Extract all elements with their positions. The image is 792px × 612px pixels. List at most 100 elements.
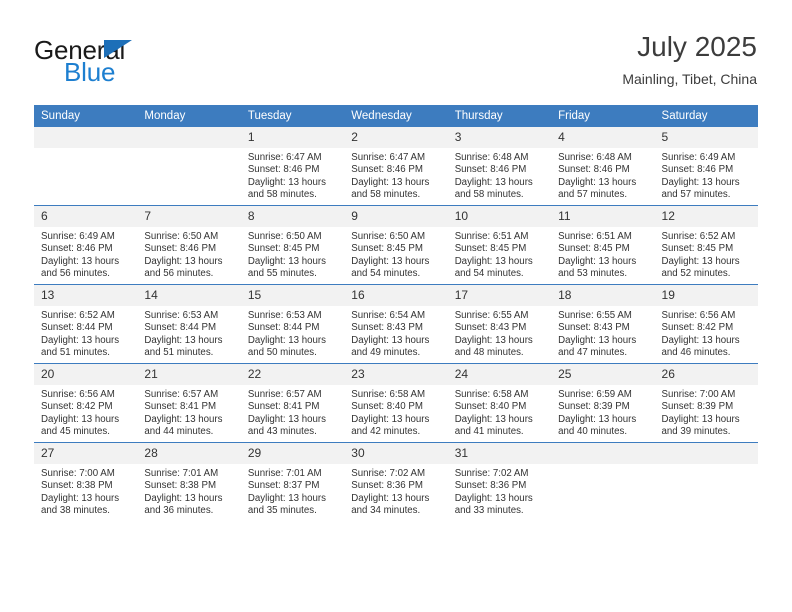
sunset-text: Sunset: 8:44 PM xyxy=(247,322,320,334)
sunset-text: Sunset: 8:39 PM xyxy=(661,401,734,413)
sunrise-text: Sunrise: 6:51 AM xyxy=(558,231,632,242)
calendar-day-cell[interactable]: 2 Sunrise: 6:47 AM Sunset: 8:46 PM Daylight… xyxy=(344,127,448,206)
daylight-text: Daylight: 13 hours and 35 minutes. xyxy=(247,492,326,517)
daylight-text: Daylight: 13 hours and 51 minutes. xyxy=(144,334,223,359)
daylight-text: Daylight: 13 hours and 42 minutes. xyxy=(351,413,430,438)
day-number: 10 xyxy=(447,206,552,227)
day-number xyxy=(551,443,655,464)
day-details: Sunrise: 7:00 AM Sunset: 8:39 PM Daylight:… xyxy=(655,385,758,439)
day-details: Sunrise: 6:55 AM Sunset: 8:43 PM Daylight:… xyxy=(551,306,654,360)
calendar-day-cell[interactable]: 18 Sunrise: 6:55 AM Sunset: 8:43 PM Dayligh… xyxy=(551,284,655,364)
calendar-week-row: 6 Sunrise: 6:49 AM Sunset: 8:46 PM Daylight… xyxy=(34,205,758,285)
sunrise-text: Sunrise: 7:02 AM xyxy=(454,468,529,479)
calendar-day-cell[interactable]: 23 Sunrise: 6:58 AM Sunset: 8:40 PM Dayligh… xyxy=(344,363,448,443)
day-details: Sunrise: 6:53 AM Sunset: 8:44 PM Daylight:… xyxy=(241,306,344,360)
calendar-cell-empty xyxy=(34,127,138,206)
daylight-text: Daylight: 13 hours and 38 minutes. xyxy=(41,492,120,517)
sunset-text: Sunset: 8:46 PM xyxy=(558,164,630,176)
day-details: Sunrise: 6:56 AM Sunset: 8:42 PM Daylight:… xyxy=(655,306,758,360)
calendar-day-cell[interactable]: 12 Sunrise: 6:52 AM Sunset: 8:45 PM Dayligh… xyxy=(654,205,758,285)
daylight-text: Daylight: 13 hours and 56 minutes. xyxy=(41,255,120,280)
calendar-day-cell[interactable]: 22 Sunrise: 6:57 AM Sunset: 8:41 PM Dayligh… xyxy=(240,363,345,443)
calendar-body: 1 Sunrise: 6:47 AM Sunset: 8:46 PM Daylight… xyxy=(34,127,758,521)
day-number: 4 xyxy=(551,127,655,148)
day-number: 31 xyxy=(447,443,552,464)
calendar-day-cell[interactable]: 28 Sunrise: 7:01 AM Sunset: 8:38 PM Dayligh… xyxy=(137,442,241,521)
calendar-day-cell[interactable]: 5 Sunrise: 6:49 AM Sunset: 8:46 PM Daylight… xyxy=(654,127,758,206)
sunset-text: Sunset: 8:44 PM xyxy=(41,322,113,334)
sunset-text: Sunset: 8:46 PM xyxy=(247,164,320,176)
calendar-day-cell[interactable]: 1 Sunrise: 6:47 AM Sunset: 8:46 PM Daylight… xyxy=(240,127,345,206)
sunrise-text: Sunrise: 6:55 AM xyxy=(558,310,632,321)
calendar-day-cell[interactable]: 3 Sunrise: 6:48 AM Sunset: 8:46 PM Daylight… xyxy=(447,127,552,206)
calendar-day-cell[interactable]: 10 Sunrise: 6:51 AM Sunset: 8:45 PM Dayligh… xyxy=(447,205,552,285)
calendar-day-cell[interactable]: 15 Sunrise: 6:53 AM Sunset: 8:44 PM Dayligh… xyxy=(240,284,345,364)
calendar-day-cell[interactable]: 27 Sunrise: 7:00 AM Sunset: 8:38 PM Dayligh… xyxy=(34,442,138,521)
general-blue-logo[interactable]: General Blue xyxy=(34,36,224,92)
sunrise-text: Sunrise: 7:01 AM xyxy=(144,468,219,479)
day-details: Sunrise: 6:57 AM Sunset: 8:41 PM Daylight:… xyxy=(241,385,344,439)
daylight-text: Daylight: 13 hours and 34 minutes. xyxy=(351,492,430,517)
calendar-day-cell[interactable]: 13 Sunrise: 6:52 AM Sunset: 8:44 PM Dayligh… xyxy=(34,284,138,364)
sunset-text: Sunset: 8:45 PM xyxy=(558,243,630,255)
calendar-day-cell[interactable]: 24 Sunrise: 6:58 AM Sunset: 8:40 PM Dayligh… xyxy=(447,363,552,443)
calendar-day-cell[interactable]: 14 Sunrise: 6:53 AM Sunset: 8:44 PM Dayligh… xyxy=(137,284,241,364)
weekday-header-friday: Friday xyxy=(551,105,655,127)
weekday-header-sunday: Sunday xyxy=(34,105,138,127)
calendar-week-row: 1 Sunrise: 6:47 AM Sunset: 8:46 PM Daylight… xyxy=(34,127,758,206)
calendar-day-cell[interactable]: 31 Sunrise: 7:02 AM Sunset: 8:36 PM Dayligh… xyxy=(447,442,552,521)
day-number: 18 xyxy=(551,285,655,306)
sunrise-text: Sunrise: 6:56 AM xyxy=(41,389,115,400)
calendar-day-cell[interactable]: 26 Sunrise: 7:00 AM Sunset: 8:39 PM Dayligh… xyxy=(654,363,758,443)
calendar-day-cell[interactable]: 4 Sunrise: 6:48 AM Sunset: 8:46 PM Daylight… xyxy=(551,127,655,206)
sunset-text: Sunset: 8:43 PM xyxy=(558,322,630,334)
calendar-day-cell[interactable]: 6 Sunrise: 6:49 AM Sunset: 8:46 PM Daylight… xyxy=(34,205,138,285)
day-details: Sunrise: 6:52 AM Sunset: 8:44 PM Daylight:… xyxy=(34,306,137,360)
day-number: 29 xyxy=(240,443,345,464)
calendar-day-cell[interactable]: 20 Sunrise: 6:56 AM Sunset: 8:42 PM Dayligh… xyxy=(34,363,138,443)
location-subtitle: Mainling, Tibet, China xyxy=(622,71,757,87)
sunrise-text: Sunrise: 6:49 AM xyxy=(661,152,736,163)
day-number: 11 xyxy=(551,206,655,227)
daylight-text: Daylight: 13 hours and 58 minutes. xyxy=(351,176,430,201)
calendar-day-cell[interactable]: 25 Sunrise: 6:59 AM Sunset: 8:39 PM Dayligh… xyxy=(551,363,655,443)
day-details: Sunrise: 6:50 AM Sunset: 8:45 PM Daylight:… xyxy=(241,227,344,281)
weekday-header-thursday: Thursday xyxy=(447,105,552,127)
calendar-day-cell[interactable]: 19 Sunrise: 6:56 AM Sunset: 8:42 PM Dayligh… xyxy=(654,284,758,364)
calendar-day-cell[interactable]: 17 Sunrise: 6:55 AM Sunset: 8:43 PM Dayligh… xyxy=(447,284,552,364)
sunset-text: Sunset: 8:43 PM xyxy=(454,322,527,334)
logo-triangle-icon xyxy=(104,40,132,58)
daylight-text: Daylight: 13 hours and 47 minutes. xyxy=(558,334,637,359)
day-number: 2 xyxy=(344,127,448,148)
sunset-text: Sunset: 8:40 PM xyxy=(454,401,527,413)
weekday-header-row: Sunday Monday Tuesday Wednesday Thursday Frid… xyxy=(34,105,758,127)
calendar-day-cell[interactable]: 30 Sunrise: 7:02 AM Sunset: 8:36 PM Dayligh… xyxy=(344,442,448,521)
daylight-text: Daylight: 13 hours and 46 minutes. xyxy=(661,334,740,359)
day-number: 23 xyxy=(344,364,448,385)
day-details: Sunrise: 6:54 AM Sunset: 8:43 PM Daylight:… xyxy=(344,306,447,360)
sunset-text: Sunset: 8:45 PM xyxy=(247,243,320,255)
day-details: Sunrise: 6:49 AM Sunset: 8:46 PM Daylight:… xyxy=(34,227,137,281)
calendar-day-cell[interactable]: 21 Sunrise: 6:57 AM Sunset: 8:41 PM Dayligh… xyxy=(137,363,241,443)
day-number: 24 xyxy=(447,364,552,385)
day-number: 21 xyxy=(137,364,241,385)
day-number: 13 xyxy=(34,285,138,306)
sunset-text: Sunset: 8:46 PM xyxy=(661,164,734,176)
day-number xyxy=(654,443,758,464)
sunrise-text: Sunrise: 6:48 AM xyxy=(558,152,632,163)
day-number: 12 xyxy=(654,206,758,227)
sunrise-text: Sunrise: 6:50 AM xyxy=(144,231,219,242)
calendar-day-cell[interactable]: 9 Sunrise: 6:50 AM Sunset: 8:45 PM Daylight… xyxy=(344,205,448,285)
calendar-day-cell[interactable]: 29 Sunrise: 7:01 AM Sunset: 8:37 PM Dayligh… xyxy=(240,442,345,521)
day-details: Sunrise: 7:00 AM Sunset: 8:38 PM Daylight:… xyxy=(34,464,137,518)
sunrise-text: Sunrise: 6:56 AM xyxy=(661,310,736,321)
calendar-day-cell[interactable]: 11 Sunrise: 6:51 AM Sunset: 8:45 PM Dayligh… xyxy=(551,205,655,285)
calendar-day-cell[interactable]: 16 Sunrise: 6:54 AM Sunset: 8:43 PM Dayligh… xyxy=(344,284,448,364)
calendar-cell-empty xyxy=(137,127,241,206)
calendar-day-cell[interactable]: 8 Sunrise: 6:50 AM Sunset: 8:45 PM Daylight… xyxy=(240,205,345,285)
daylight-text: Daylight: 13 hours and 39 minutes. xyxy=(661,413,740,438)
sunrise-text: Sunrise: 6:57 AM xyxy=(144,389,219,400)
day-number: 7 xyxy=(137,206,241,227)
daylight-text: Daylight: 13 hours and 49 minutes. xyxy=(351,334,430,359)
calendar-day-cell[interactable]: 7 Sunrise: 6:50 AM Sunset: 8:46 PM Daylight… xyxy=(137,205,241,285)
